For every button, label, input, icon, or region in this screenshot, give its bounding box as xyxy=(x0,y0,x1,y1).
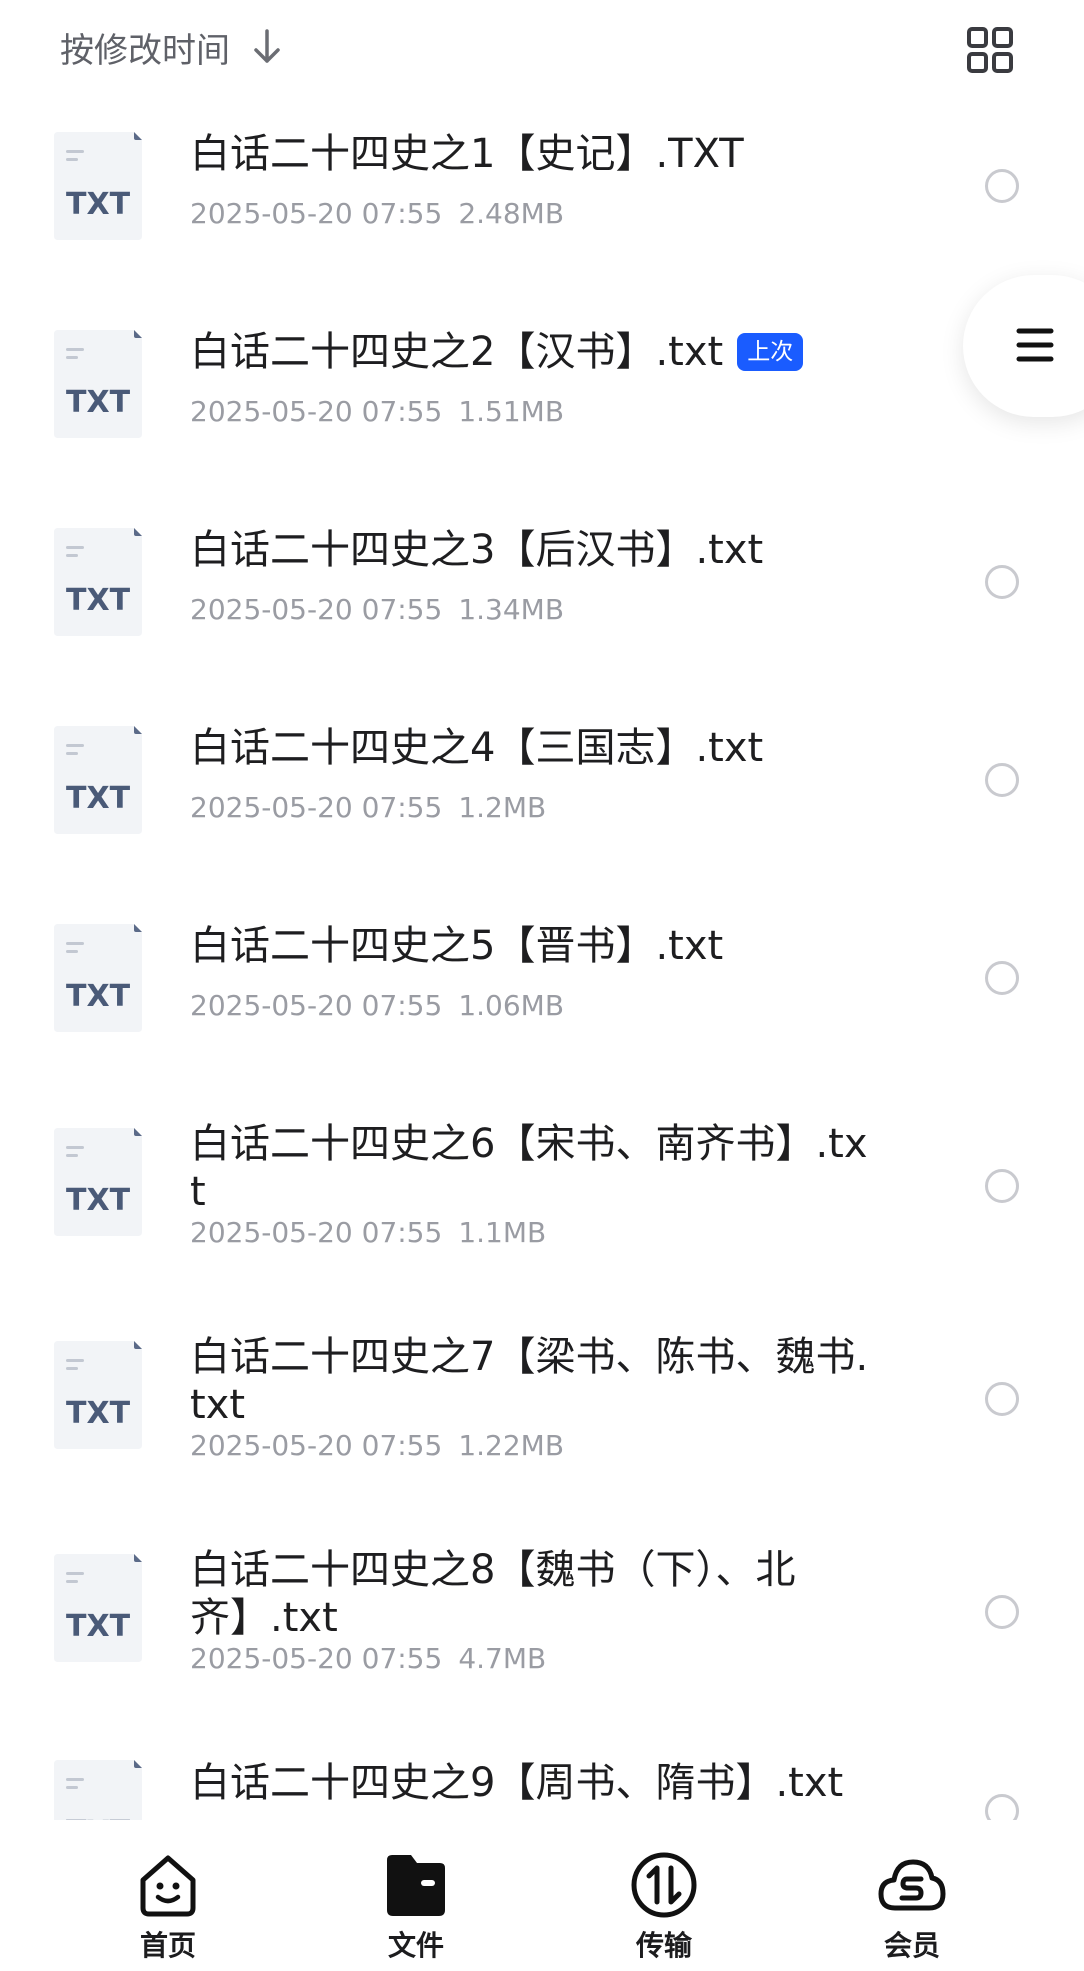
file-meta: 2025-05-20 07:55 1.22MB xyxy=(190,1429,564,1463)
file-name: 白话二十四史之8【魏书（下）、北齐】.txt xyxy=(190,1546,880,1642)
last-opened-badge: 上次 xyxy=(737,333,804,371)
file-name: 白话二十四史之2【汉书】.txt 上次 xyxy=(190,328,880,376)
arrow-down-icon xyxy=(254,29,280,63)
sort-label: 按修改时间 xyxy=(60,30,230,71)
nav-transfer[interactable]: 传输 xyxy=(594,1850,734,1970)
txt-file-icon: TXT xyxy=(54,1760,142,1820)
nav-files-label: 文件 xyxy=(387,1929,444,1962)
svg-text:TXT: TXT xyxy=(66,1609,131,1644)
file-size: 1.06MB xyxy=(458,989,565,1022)
svg-text:TXT: TXT xyxy=(66,583,131,618)
svg-text:TXT: TXT xyxy=(66,781,131,816)
transfer-icon xyxy=(631,1852,697,1918)
list-item[interactable]: TXT 白话二十四史之5【晋书】.txt 2025-05-20 07:55 1.06M… xyxy=(0,892,1084,1090)
txt-file-icon: TXT xyxy=(54,1554,142,1662)
file-size: 2.48MB xyxy=(458,197,565,230)
select-radio[interactable] xyxy=(985,565,1019,599)
file-date: 2025-05-20 07:55 xyxy=(190,1642,443,1675)
select-radio[interactable] xyxy=(985,763,1019,797)
txt-file-icon: TXT xyxy=(54,924,142,1032)
file-meta: 2025-05-20 07:55 1.34MB xyxy=(190,593,564,627)
txt-file-icon: TXT xyxy=(54,132,142,240)
list-item[interactable]: TXT 白话二十四史之6【宋书、南齐书】.txt 2025-05-20 07:55 1… xyxy=(0,1090,1084,1303)
file-name: 白话二十四史之7【梁书、陈书、魏书.txt xyxy=(190,1333,880,1429)
nav-home-label: 首页 xyxy=(139,1929,196,1962)
file-date: 2025-05-20 07:55 xyxy=(190,1429,443,1462)
file-meta: 2025-05-20 07:55 2.48MB xyxy=(190,197,564,231)
file-name-text: 白话二十四史之1【史记】.TXT xyxy=(190,131,744,177)
file-meta: 2025-05-20 07:55 1.2MB xyxy=(190,791,546,825)
file-size: 4.7MB xyxy=(458,1642,547,1675)
select-radio[interactable] xyxy=(985,169,1019,203)
txt-file-icon: TXT xyxy=(54,528,142,636)
file-meta: 2025-05-20 07:55 1.51MB xyxy=(190,395,564,429)
file-date: 2025-05-20 07:55 xyxy=(190,791,443,824)
file-name: 白话二十四史之1【史记】.TXT xyxy=(190,130,880,178)
file-name-text: 白话二十四史之8【魏书（下）、北齐】.txt xyxy=(190,1547,796,1641)
file-list-screen: 按修改时间 TXT 白话二十四史之1【史记】.TXT 2025-05-20 07:5… xyxy=(0,0,1084,1971)
file-name-text: 白话二十四史之5【晋书】.txt xyxy=(190,923,724,969)
txt-file-icon: TXT xyxy=(54,330,142,438)
list-item[interactable]: TXT 白话二十四史之4【三国志】.txt 2025-05-20 07:55 1.2M… xyxy=(0,694,1084,892)
file-date: 2025-05-20 07:55 xyxy=(190,593,443,626)
file-name: 白话二十四史之3【后汉书】.txt xyxy=(190,526,880,574)
file-date: 2025-05-20 07:55 xyxy=(190,1216,443,1249)
file-list: TXT 白话二十四史之1【史记】.TXT 2025-05-20 07:55 2.48M… xyxy=(0,100,1084,1820)
svg-text:TXT: TXT xyxy=(66,1183,131,1218)
list-item[interactable]: TXT 白话二十四史之2【汉书】.txt 上次 2025-05-20 07:55 1.5… xyxy=(0,298,1084,496)
nav-home[interactable]: 首页 xyxy=(98,1850,238,1970)
file-name-text: 白话二十四史之6【宋书、南齐书】.txt xyxy=(190,1121,868,1215)
txt-file-icon: TXT xyxy=(54,1341,142,1449)
file-name: 白话二十四史之4【三国志】.txt xyxy=(190,724,880,772)
list-item[interactable]: TXT 白话二十四史之8【魏书（下）、北齐】.txt 2025-05-20 07:5… xyxy=(0,1516,1084,1734)
home-smile-icon xyxy=(140,1855,196,1917)
list-item[interactable]: TXT 白话二十四史之1【史记】.TXT 2025-05-20 07:55 2.48M… xyxy=(0,100,1084,298)
nav-files[interactable]: 文件 xyxy=(346,1850,486,1970)
list-item[interactable]: TXT 白话二十四史之3【后汉书】.txt 2025-05-20 07:55 1.34… xyxy=(0,496,1084,694)
file-meta: 2025-05-20 07:55 4.7MB xyxy=(190,1642,546,1676)
file-size: 1.1MB xyxy=(458,1216,547,1249)
bottom-navigation: 首页 文件 传输 会员 xyxy=(0,1820,1084,1971)
file-name-text: 白话二十四史之3【后汉书】.txt xyxy=(190,527,764,573)
file-size: 1.22MB xyxy=(458,1429,565,1462)
nav-transfer-label: 传输 xyxy=(635,1929,692,1962)
menu-icon xyxy=(1016,328,1054,362)
svg-text:TXT: TXT xyxy=(66,1396,131,1431)
file-date: 2025-05-20 07:55 xyxy=(190,989,443,1022)
grid-view-icon[interactable] xyxy=(966,26,1014,74)
file-name: 白话二十四史之6【宋书、南齐书】.txt xyxy=(190,1120,880,1216)
file-date: 2025-05-20 07:55 xyxy=(190,395,443,428)
select-radio[interactable] xyxy=(985,961,1019,995)
file-meta: 2025-05-20 07:55 1.06MB xyxy=(190,989,564,1023)
file-name-text: 白话二十四史之7【梁书、陈书、魏书.txt xyxy=(190,1334,869,1428)
file-size: 1.34MB xyxy=(458,593,565,626)
file-name: 白话二十四史之9【周书、隋书】.txt xyxy=(190,1759,880,1807)
list-item[interactable]: TXT 白话二十四史之7【梁书、陈书、魏书.txt 2025-05-20 07:55… xyxy=(0,1303,1084,1516)
sort-selector[interactable]: 按修改时间 xyxy=(60,22,284,72)
select-radio[interactable] xyxy=(985,1794,1019,1820)
file-name-text: 白话二十四史之9【周书、隋书】.txt xyxy=(190,1760,844,1806)
file-meta: 2025-05-20 07:55 1.1MB xyxy=(190,1216,546,1250)
file-name: 白话二十四史之5【晋书】.txt xyxy=(190,922,880,970)
txt-file-icon: TXT xyxy=(54,726,142,834)
nav-member[interactable]: 会员 xyxy=(842,1850,982,1970)
select-radio[interactable] xyxy=(985,1382,1019,1416)
svg-text:TXT: TXT xyxy=(66,187,131,222)
file-name-text: 白话二十四史之2【汉书】.txt xyxy=(190,329,724,375)
file-size: 1.51MB xyxy=(458,395,565,428)
select-radio[interactable] xyxy=(985,1595,1019,1629)
svg-text:TXT: TXT xyxy=(66,385,131,420)
top-bar: 按修改时间 xyxy=(0,0,1084,100)
cloud-member-icon xyxy=(878,1859,946,1911)
list-item[interactable]: TXT 白话二十四史之9【周书、隋书】.txt xyxy=(0,1734,1084,1820)
folder-icon xyxy=(387,1855,445,1916)
svg-text:TXT: TXT xyxy=(66,979,131,1014)
select-radio[interactable] xyxy=(985,1169,1019,1203)
txt-file-icon: TXT xyxy=(54,1128,142,1236)
file-name-text: 白话二十四史之4【三国志】.txt xyxy=(190,725,764,771)
file-size: 1.2MB xyxy=(458,791,547,824)
file-date: 2025-05-20 07:55 xyxy=(190,197,443,230)
nav-member-label: 会员 xyxy=(883,1929,940,1962)
